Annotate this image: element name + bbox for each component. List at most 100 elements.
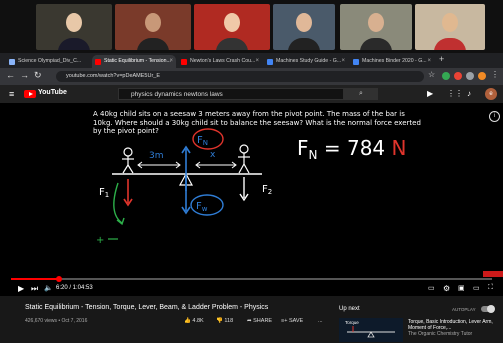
- close-tab-icon[interactable]: ×: [341, 55, 345, 68]
- participant-body: [360, 38, 392, 50]
- participant-face: [296, 13, 312, 32]
- recommended-channel: The Organic Chemistry Tutor: [408, 331, 473, 337]
- address-bar-row: ← → ↻ youtube.com/watch?v=pDeAME5Ur_E ☆ …: [0, 68, 503, 85]
- search-button[interactable]: ⌕: [344, 88, 378, 100]
- youtube-logo-icon[interactable]: [24, 90, 36, 98]
- close-tab-icon[interactable]: ×: [255, 55, 259, 68]
- share-icon: ➦: [247, 318, 252, 324]
- recommended-title: Torque, Basic Introduction, Lever Arm, M…: [408, 319, 493, 331]
- youtube-favicon-icon: [95, 59, 101, 65]
- progress-bar[interactable]: [11, 276, 492, 282]
- captions-icon[interactable]: ▭: [428, 284, 435, 292]
- up-next-heading: Up next: [339, 306, 360, 312]
- hamburger-menu-icon[interactable]: ≡: [9, 89, 14, 99]
- extension-icon[interactable]: [466, 72, 474, 80]
- thumbs-down-icon: 👎: [216, 318, 223, 324]
- torque-sign-mark: +: [96, 235, 104, 246]
- participant-face: [224, 13, 240, 32]
- participant-face: [442, 13, 458, 32]
- video-player[interactable]: A 40kg child sits on a seesaw 3 meters a…: [0, 103, 503, 296]
- settings-gear-icon[interactable]: ⚙: [443, 284, 450, 293]
- close-tab-icon[interactable]: ×: [427, 55, 431, 68]
- back-arrow-icon[interactable]: ←: [6, 70, 15, 80]
- participant-tile[interactable]: [340, 4, 412, 50]
- account-avatar[interactable]: e: [485, 88, 497, 100]
- docs-favicon-icon: [267, 59, 273, 65]
- child-right-figure: [238, 144, 250, 174]
- browser-tab-bar: Science Olympiad_Div_C... Static Equilib…: [0, 53, 503, 68]
- dislike-button[interactable]: 👎 118: [216, 318, 233, 324]
- participant-body: [216, 38, 248, 50]
- video-meta: 426,670 views • Oct 7, 2016: [25, 318, 88, 324]
- bookmark-star-icon[interactable]: ☆: [428, 70, 435, 79]
- rotation-arrow: [113, 182, 123, 224]
- participant-tile[interactable]: [115, 4, 191, 50]
- apps-grid-icon[interactable]: ⋮⋮: [447, 89, 463, 98]
- thumbnail-diagram: [347, 326, 395, 338]
- more-actions-button[interactable]: ...: [318, 318, 323, 324]
- like-button[interactable]: 👍 4.8K: [184, 318, 204, 324]
- recommended-item[interactable]: Torque, Basic Introduction, Lever Arm, M…: [408, 319, 503, 337]
- progress-fill: [11, 278, 60, 280]
- theater-mode-icon[interactable]: ▭: [473, 284, 480, 292]
- video-info-area: Static Equilibrium - Tension, Torque, Le…: [0, 296, 503, 343]
- extension-icon[interactable]: [442, 72, 450, 80]
- miniplayer-icon[interactable]: ▣: [458, 284, 465, 292]
- participant-body: [288, 38, 320, 50]
- fullscreen-icon[interactable]: ⛶: [488, 284, 493, 292]
- extension-icon[interactable]: [454, 72, 462, 80]
- participant-face: [145, 13, 161, 32]
- new-tab-button[interactable]: +: [439, 54, 444, 64]
- distance-label: 3m: [149, 151, 164, 161]
- participant-face: [368, 13, 384, 32]
- reload-icon[interactable]: ↻: [34, 70, 42, 81]
- forward-arrow-icon[interactable]: →: [20, 70, 29, 80]
- participant-body: [137, 38, 169, 50]
- tab-science-olympiad[interactable]: Science Olympiad_Div_C...: [6, 55, 90, 68]
- youtube-wordmark[interactable]: YouTube: [38, 89, 67, 96]
- create-video-icon[interactable]: ▶: [427, 89, 433, 98]
- participant-tile[interactable]: [273, 4, 335, 50]
- next-icon[interactable]: ⏭: [31, 284, 38, 294]
- f1-label: F1: [99, 187, 109, 199]
- youtube-header: ≡ YouTube physics dynamics newtons laws …: [0, 85, 503, 103]
- participant-face: [66, 13, 82, 32]
- tab-newtons-laws[interactable]: Newton's Laws Crash Cou... ×: [178, 55, 262, 68]
- volume-icon[interactable]: 🔈: [44, 284, 53, 292]
- participant-tile[interactable]: [36, 4, 112, 50]
- video-call-strip: [0, 0, 503, 53]
- tab-machines-study-guide[interactable]: Machines Study Guide - G... ×: [264, 55, 348, 68]
- recommended-thumbnail[interactable]: Torque: [339, 318, 403, 342]
- video-title: Static Equilibrium - Tension, Torque, Le…: [25, 304, 269, 311]
- whiteboard-diagram: 3m x FN Fw F1 F2 + FN = 784 N: [96, 128, 406, 246]
- notifications-bell-icon[interactable]: ♪: [467, 89, 471, 98]
- search-input[interactable]: physics dynamics newtons laws: [118, 88, 344, 100]
- tab-machines-binder[interactable]: Machines Binder 2020 - G... ×: [350, 55, 434, 68]
- search-icon: ⌕: [359, 90, 363, 97]
- participant-tile[interactable]: [194, 4, 270, 50]
- fn-label: FN: [197, 135, 208, 147]
- extension-icon[interactable]: [478, 72, 486, 80]
- autoplay-label: AUTOPLAY: [452, 307, 476, 312]
- fw-label: Fw: [196, 201, 208, 213]
- share-button[interactable]: ➦ SHARE: [247, 318, 272, 324]
- play-icon[interactable]: ▶: [18, 284, 24, 293]
- child-left-figure: [122, 147, 134, 174]
- tab-static-equilibrium[interactable]: Static Equilibrium - Tension... ×: [92, 55, 176, 68]
- participant-tile[interactable]: [415, 4, 485, 50]
- browser-menu-icon[interactable]: ⋮: [491, 70, 499, 79]
- url-text: youtube.com/watch?v=pDeAME5Ur_E: [66, 73, 161, 79]
- thumbs-up-icon: 👍: [184, 318, 191, 324]
- progress-scrubber[interactable]: [56, 276, 63, 282]
- save-button[interactable]: ≡+ SAVE: [281, 318, 303, 324]
- docs-favicon-icon: [353, 59, 359, 65]
- url-field[interactable]: youtube.com/watch?v=pDeAME5Ur_E: [56, 71, 424, 82]
- participant-body: [434, 38, 466, 50]
- youtube-favicon-icon: [181, 59, 187, 65]
- close-tab-icon[interactable]: ×: [169, 55, 173, 68]
- tab-favicon-icon: [9, 59, 15, 65]
- channel-watermark: [483, 271, 503, 277]
- x-label: x: [210, 150, 216, 160]
- autoplay-toggle[interactable]: [481, 305, 495, 313]
- time-display: 6:20 / 1:04:53: [56, 285, 93, 291]
